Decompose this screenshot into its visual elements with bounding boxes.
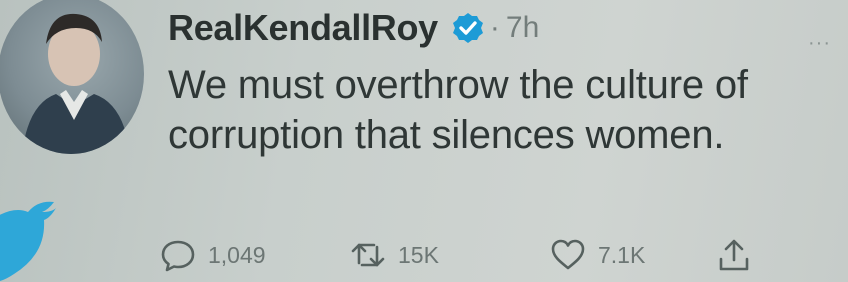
more-options-icon[interactable]: ··· xyxy=(808,32,831,55)
avatar-portrait xyxy=(22,13,130,154)
reply-count: 1,049 xyxy=(208,241,266,268)
display-name[interactable]: RealKendallRoy xyxy=(168,7,438,49)
like-button[interactable]: 7.1K xyxy=(550,232,645,278)
reply-icon xyxy=(161,240,195,272)
avatar[interactable] xyxy=(0,0,144,154)
tweet-timestamp[interactable]: 7h xyxy=(506,11,539,45)
like-count: 7.1K xyxy=(598,241,646,268)
retweet-button[interactable]: 15K xyxy=(350,232,439,278)
separator: · xyxy=(489,11,500,44)
share-button[interactable] xyxy=(716,232,752,278)
retweet-icon xyxy=(351,243,385,267)
heart-icon xyxy=(551,239,585,270)
twitter-bird-icon xyxy=(0,201,56,282)
verified-badge-icon xyxy=(452,13,483,43)
tweet-actions: 1,049 15K 7.1K xyxy=(160,232,820,278)
retweet-count: 15K xyxy=(398,241,439,268)
tweet-text: We must overthrow the culture of corrupt… xyxy=(168,63,748,157)
share-icon xyxy=(719,239,749,271)
tweet-card[interactable]: RealKendallRoy · 7h ··· We must overthro… xyxy=(0,0,848,282)
reply-button[interactable]: 1,049 xyxy=(160,232,266,278)
tweet-header: RealKendallRoy · 7h xyxy=(168,2,539,54)
